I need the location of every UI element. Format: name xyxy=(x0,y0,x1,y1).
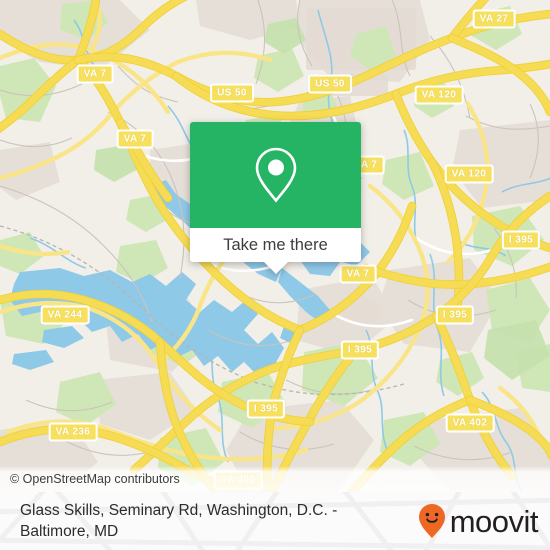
road-shield: I 395 xyxy=(246,399,286,419)
place-callout-card[interactable]: Take me there xyxy=(190,122,361,274)
road-shield: VA 236 xyxy=(48,422,98,442)
openstreetmap-attribution[interactable]: © OpenStreetMap contributors xyxy=(0,472,180,486)
footer-bar: Glass Skills, Seminary Rd, Washington, D… xyxy=(0,492,550,550)
road-shield: VA 120 xyxy=(444,164,494,184)
moovit-wordmark: moovit xyxy=(449,503,539,539)
road-shield: VA 7 xyxy=(116,129,154,149)
road-shield: VA 402 xyxy=(445,413,495,433)
map-canvas[interactable]: .park { fill:#cfe7b6; } .wood { fill:#c5… xyxy=(0,0,550,492)
road-shield: US 50 xyxy=(308,74,352,94)
road-shield: I 395 xyxy=(501,230,541,250)
road-shield: I 395 xyxy=(435,305,475,325)
moovit-smiley-pin-icon xyxy=(418,504,445,538)
moovit-place-card: .park { fill:#cfe7b6; } .wood { fill:#c5… xyxy=(0,0,550,550)
road-shield: VA 244 xyxy=(40,305,90,325)
callout-body: Take me there xyxy=(190,122,361,262)
road-shield: US 50 xyxy=(210,83,254,103)
moovit-logo[interactable]: moovit xyxy=(417,503,539,539)
location-pin-icon xyxy=(255,147,296,203)
road-shield: VA 27 xyxy=(472,9,516,29)
road-shield: VA 120 xyxy=(414,85,464,105)
callout-image-area xyxy=(190,122,361,228)
map-attribution-bar: © OpenStreetMap contributors xyxy=(0,466,550,492)
road-shield: I 395 xyxy=(340,340,380,360)
callout-tail xyxy=(262,261,289,274)
road-shield: VA 7 xyxy=(339,264,377,284)
take-me-there-button[interactable]: Take me there xyxy=(190,228,361,262)
road-shield: VA 7 xyxy=(76,64,114,84)
place-title: Glass Skills, Seminary Rd, Washington, D… xyxy=(20,502,338,540)
